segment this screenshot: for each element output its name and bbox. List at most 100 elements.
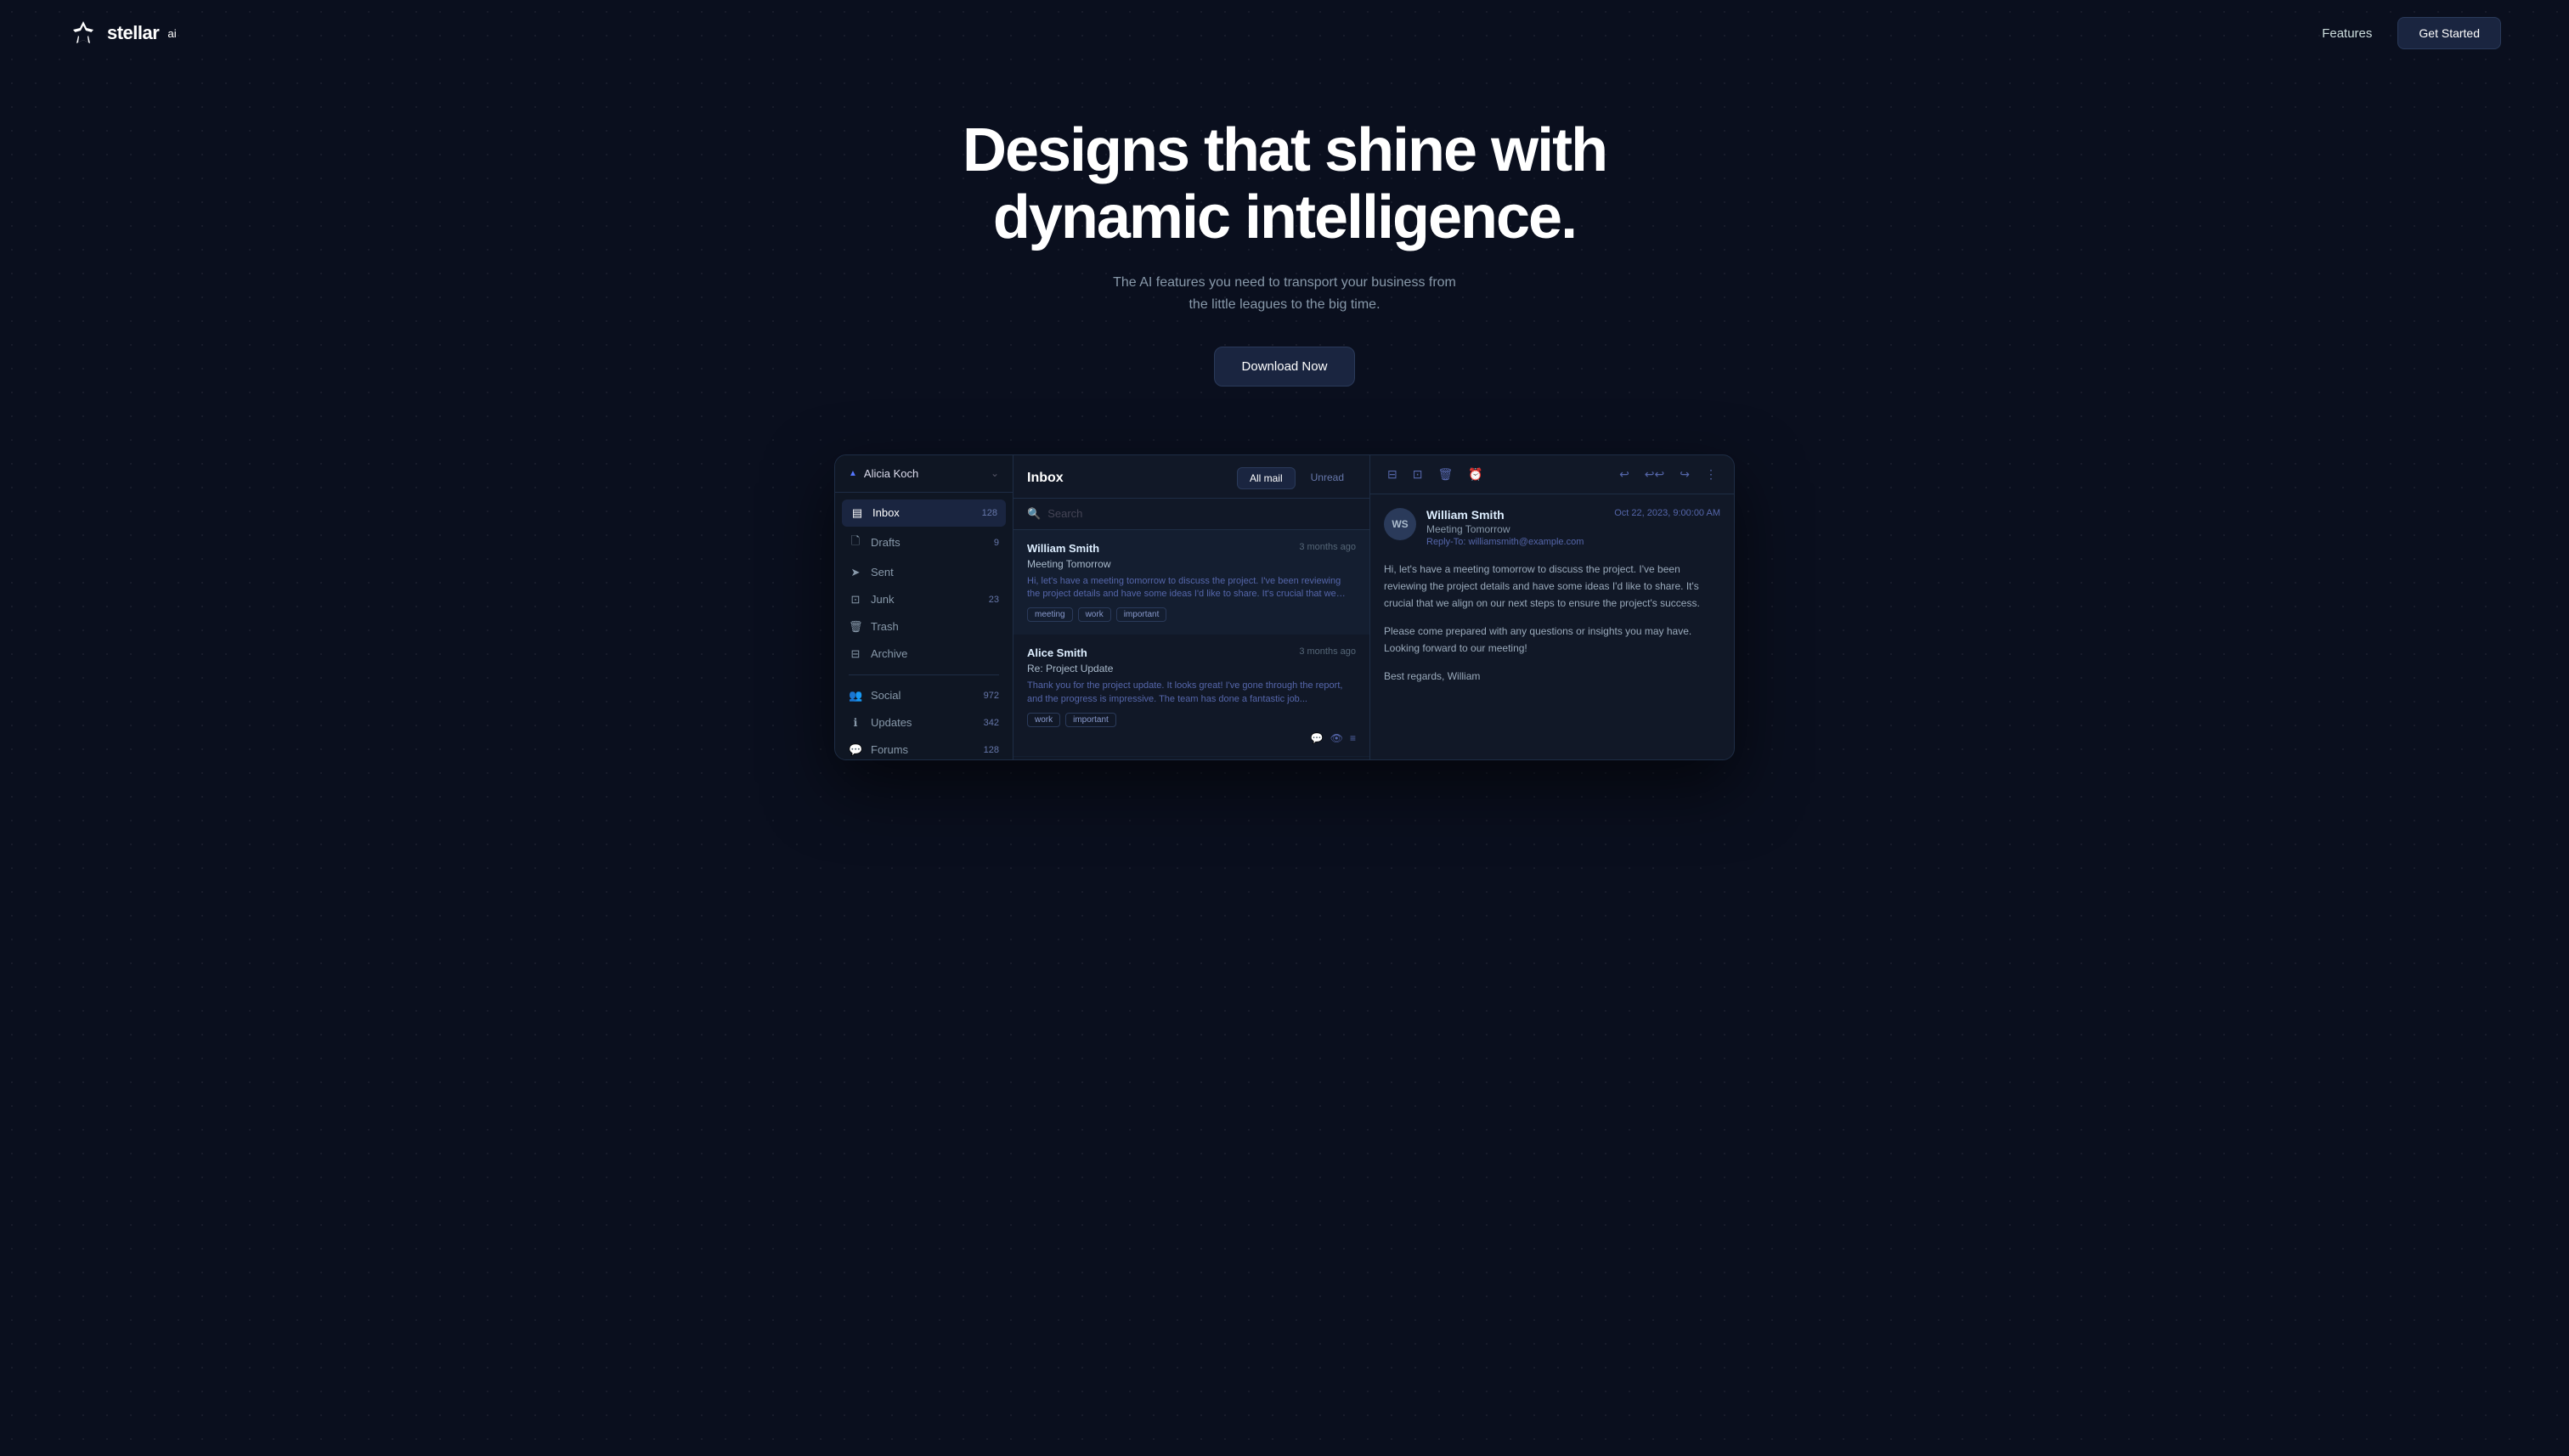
sidebar-item-archive[interactable]: ⊟ Archive (835, 641, 1013, 668)
snooze-button[interactable]: ⏰ (1465, 464, 1486, 485)
sidebar-label-sent: Sent (871, 566, 894, 578)
move-button[interactable]: ⊡ (1409, 464, 1426, 485)
detail-meta: William Smith Meeting Tomorrow Reply-To:… (1426, 508, 1604, 547)
tag-meeting: meeting (1027, 607, 1073, 622)
updates-badge: 342 (984, 718, 999, 728)
detail-body: Hi, let's have a meeting tomorrow to dis… (1384, 561, 1720, 685)
toolbar-left: ⊟ ⊡ 🗑 ⏰ (1384, 464, 1487, 485)
detail-toolbar: ⊟ ⊡ 🗑 ⏰ ↩ ↩↩ ↪ ⋮ (1370, 455, 1734, 494)
mail-tabs: All mail Unread (1237, 467, 1356, 489)
mail-item-0[interactable]: William Smith 3 months ago Meeting Tomor… (1013, 530, 1369, 635)
sidebar-label-junk: Junk (871, 593, 894, 606)
junk-badge: 23 (989, 595, 999, 605)
search-icon: 🔍 (1027, 507, 1041, 521)
mail-detail-panel: ⊟ ⊡ 🗑 ⏰ ↩ ↩↩ ↪ ⋮ WS William Smith (1370, 455, 1734, 759)
trash-icon: 🗑 (849, 620, 862, 634)
sidebar-label-archive: Archive (871, 647, 907, 660)
sidebar-item-updates[interactable]: ℹ Updates 342 (835, 709, 1013, 736)
inbox-icon: ▤ (850, 506, 864, 520)
junk-icon: ⊡ (849, 593, 862, 607)
updates-icon: ℹ (849, 716, 862, 730)
social-icon: 👥 (849, 689, 862, 703)
sidebar-item-drafts[interactable]: 🗋 Drafts 9 (835, 527, 1013, 559)
sidebar-label-trash: Trash (871, 620, 899, 633)
detail-body-p2: Please come prepared with any questions … (1384, 623, 1720, 657)
sidebar-item-forums[interactable]: 💬 Forums 128 (835, 736, 1013, 759)
logo-text: stellar (107, 22, 159, 44)
more-button[interactable]: ⋮ (1702, 464, 1720, 485)
archive-icon: ⊟ (849, 647, 862, 661)
mail-preview-0: Hi, let's have a meeting tomorrow to dis… (1027, 575, 1356, 601)
detail-subject: Meeting Tomorrow (1426, 523, 1604, 535)
sidebar-item-sent[interactable]: ➤ Sent (835, 559, 1013, 586)
sidebar-item-trash[interactable]: 🗑 Trash (835, 613, 1013, 641)
logo: stellarai (68, 18, 177, 48)
mail-sender-1: Alice Smith (1027, 646, 1087, 659)
tag-important-1: important (1065, 713, 1116, 727)
social-badge: 972 (984, 691, 999, 701)
mail-subject-1: Re: Project Update (1027, 663, 1356, 674)
sent-icon: ➤ (849, 566, 862, 579)
drafts-badge: 9 (994, 538, 999, 548)
reply-all-button[interactable]: ↩↩ (1641, 464, 1668, 485)
mail-time-0: 3 months ago (1299, 542, 1356, 555)
tab-unread[interactable]: Unread (1299, 467, 1356, 489)
mail-list-header: Inbox All mail Unread (1013, 455, 1369, 499)
mail-time-1: 3 months ago (1299, 646, 1356, 659)
navbar: stellarai Features Get Started (0, 0, 2569, 66)
reply-button[interactable]: ↩ (1616, 464, 1633, 485)
sidebar-item-junk[interactable]: ⊡ Junk 23 (835, 586, 1013, 613)
detail-date: Oct 22, 2023, 9:00:00 AM (1614, 508, 1720, 518)
forums-icon: 💬 (849, 743, 862, 757)
search-input[interactable]: Search (1047, 507, 1082, 520)
user-triangle-icon: ▲ (849, 469, 857, 478)
sidebar-username: Alicia Koch (864, 467, 918, 480)
chevron-down-icon: ⌄ (991, 467, 999, 479)
sidebar-label-social: Social (871, 689, 901, 702)
sidebar-user[interactable]: ▲ Alicia Koch (849, 467, 918, 480)
mail-list-panel: Inbox All mail Unread 🔍 Search William S… (1013, 455, 1370, 759)
delete-button[interactable]: 🗑 (1434, 464, 1456, 485)
detail-body-p3: Best regards, William (1384, 668, 1720, 685)
sidebar-label-drafts: Drafts (871, 536, 901, 549)
toolbar-right: ↩ ↩↩ ↪ ⋮ (1616, 464, 1720, 485)
detail-content: WS William Smith Meeting Tomorrow Reply-… (1370, 494, 1734, 759)
tag-important: important (1116, 607, 1167, 622)
mail-item-1[interactable]: Alice Smith 3 months ago Re: Project Upd… (1013, 635, 1369, 757)
nav-right: Features Get Started (2322, 17, 2501, 49)
sidebar-item-social[interactable]: 👥 Social 972 (835, 682, 1013, 709)
mail-sender-0: William Smith (1027, 542, 1099, 555)
detail-header: WS William Smith Meeting Tomorrow Reply-… (1384, 508, 1720, 547)
reply-icon-small: 💬 (1311, 732, 1324, 744)
eye-icon-small: 👁 (1330, 732, 1343, 744)
hero-subtitle: The AI features you need to transport yo… (1106, 272, 1463, 315)
sidebar-label-inbox: Inbox (872, 506, 900, 519)
menu-icon-small: ≡ (1350, 732, 1356, 744)
get-started-button[interactable]: Get Started (2397, 17, 2501, 49)
mail-tags-0: meeting work important (1027, 607, 1356, 622)
sidebar-label-forums: Forums (871, 743, 908, 756)
logo-icon (68, 18, 99, 48)
hero-title-line2: dynamic intelligence. (993, 183, 1576, 251)
sidebar-nav: ▤ Inbox 128 🗋 Drafts 9 ➤ (835, 493, 1013, 759)
download-button[interactable]: Download Now (1214, 347, 1356, 387)
sidebar-header: ▲ Alicia Koch ⌄ (835, 455, 1013, 493)
mail-items: William Smith 3 months ago Meeting Tomor… (1013, 530, 1369, 759)
sidebar: ▲ Alicia Koch ⌄ ▤ Inbox 128 🗋 (835, 455, 1013, 759)
archive-button[interactable]: ⊟ (1384, 464, 1401, 485)
mail-panel-title: Inbox (1027, 471, 1064, 486)
sidebar-label-updates: Updates (871, 716, 912, 729)
features-link[interactable]: Features (2322, 26, 2372, 41)
detail-reply-to: Reply-To: williamsmith@example.com (1426, 537, 1604, 547)
tab-all-mail[interactable]: All mail (1237, 467, 1296, 489)
drafts-icon: 🗋 (849, 533, 862, 552)
inbox-badge: 128 (982, 508, 997, 518)
forward-button[interactable]: ↪ (1676, 464, 1693, 485)
sidebar-divider (849, 674, 999, 675)
mail-tags-1: work important (1027, 713, 1356, 727)
sidebar-item-inbox[interactable]: ▤ Inbox 128 (842, 499, 1006, 527)
hero-title-line1: Designs that shine with (963, 116, 1606, 184)
avatar: WS (1384, 508, 1416, 540)
detail-sender-name: William Smith (1426, 508, 1604, 522)
tag-work: work (1078, 607, 1111, 622)
